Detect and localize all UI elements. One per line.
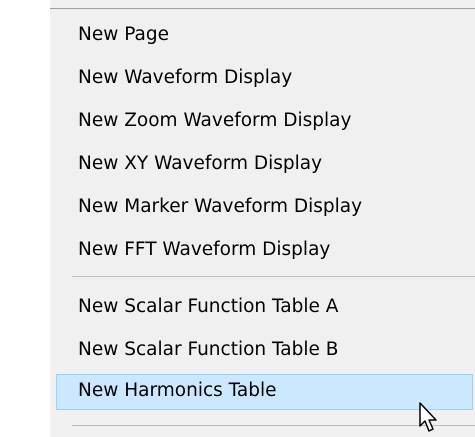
menu-item-new-scalar-function-table-b[interactable]: New Scalar Function Table B <box>52 333 475 369</box>
arrow-pointer-icon <box>419 402 437 432</box>
menu-item-label: New Scalar Function Table B <box>78 339 339 360</box>
menu-item-new-xy-waveform-display[interactable]: New XY Waveform Display <box>52 147 475 183</box>
menu-item-new-marker-waveform-display[interactable]: New Marker Waveform Display <box>52 190 475 226</box>
menu-item-label: New Harmonics Table <box>78 380 277 401</box>
menu-separator <box>72 276 475 277</box>
menu-item-label: New Zoom Waveform Display <box>78 110 352 131</box>
menu-item-label: New XY Waveform Display <box>78 153 323 174</box>
menu-item-label: New Page <box>78 24 170 45</box>
context-menu: New Page New Waveform Display New Zoom W… <box>0 0 475 437</box>
menu-separator <box>72 425 475 426</box>
menu-item-new-waveform-display[interactable]: New Waveform Display <box>52 61 475 97</box>
menu-item-label: New Waveform Display <box>78 67 293 88</box>
menu-item-new-page[interactable]: New Page <box>52 18 475 54</box>
menu-item-new-fft-waveform-display[interactable]: New FFT Waveform Display <box>52 233 475 269</box>
menu-item-new-zoom-waveform-display[interactable]: New Zoom Waveform Display <box>52 104 475 140</box>
menu-item-new-harmonics-table[interactable]: New Harmonics Table <box>56 374 473 410</box>
menu-item-label: New Marker Waveform Display <box>78 196 363 217</box>
menu-item-label: New FFT Waveform Display <box>78 239 331 260</box>
menu-left-gutter <box>0 0 50 437</box>
menu-item-label: New Scalar Function Table A <box>78 296 339 317</box>
menu-item-new-scalar-function-table-a[interactable]: New Scalar Function Table A <box>52 290 475 326</box>
